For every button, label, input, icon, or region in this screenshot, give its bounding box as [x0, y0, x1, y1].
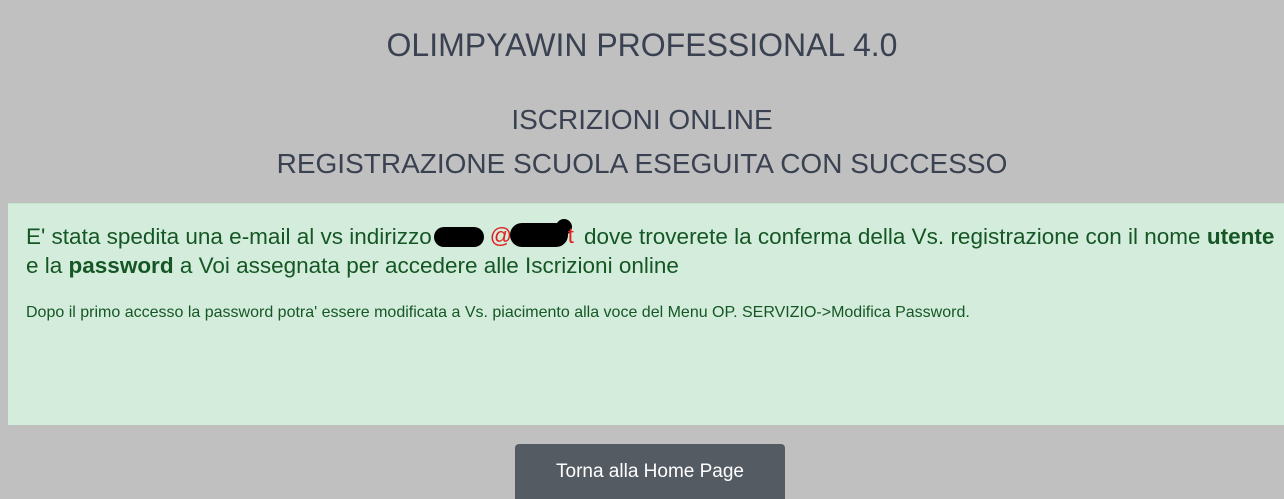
alert-message: E' stata spedita una e-mail al vs indiri…	[26, 219, 1276, 280]
page-header: OLIMPYAWIN PROFESSIONAL 4.0 ISCRIZIONI O…	[0, 0, 1284, 203]
redaction-mark	[433, 227, 484, 247]
alert-text-and: e la	[26, 253, 69, 278]
page-footer: Torna alla Home Page	[0, 425, 1284, 499]
bold-user-label: utente	[1206, 224, 1275, 249]
bold-password-label: password	[68, 253, 174, 278]
page-subtitle: ISCRIZIONI ONLINE	[511, 104, 773, 135]
alert-text-intro: E' stata spedita una e-mail al vs indiri…	[26, 224, 432, 249]
alert-text-middle: dove troverete la conferma della Vs. reg…	[577, 224, 1207, 249]
redacted-email: @ t	[432, 219, 578, 249]
password-change-note: Dopo il primo accesso la password potra'…	[26, 304, 970, 321]
home-page-button[interactable]: Torna alla Home Page	[515, 444, 785, 499]
email-at-sign: @	[489, 223, 513, 248]
success-alert: E' stata spedita una e-mail al vs indiri…	[8, 203, 1284, 425]
app-title: OLIMPYAWIN PROFESSIONAL 4.0	[386, 27, 898, 63]
success-message: REGISTRAZIONE SCUOLA ESEGUITA CON SUCCES…	[276, 148, 1008, 179]
email-tail: t	[567, 223, 574, 248]
alert-text-end: a Voi assegnata per accedere alle Iscriz…	[173, 253, 679, 278]
